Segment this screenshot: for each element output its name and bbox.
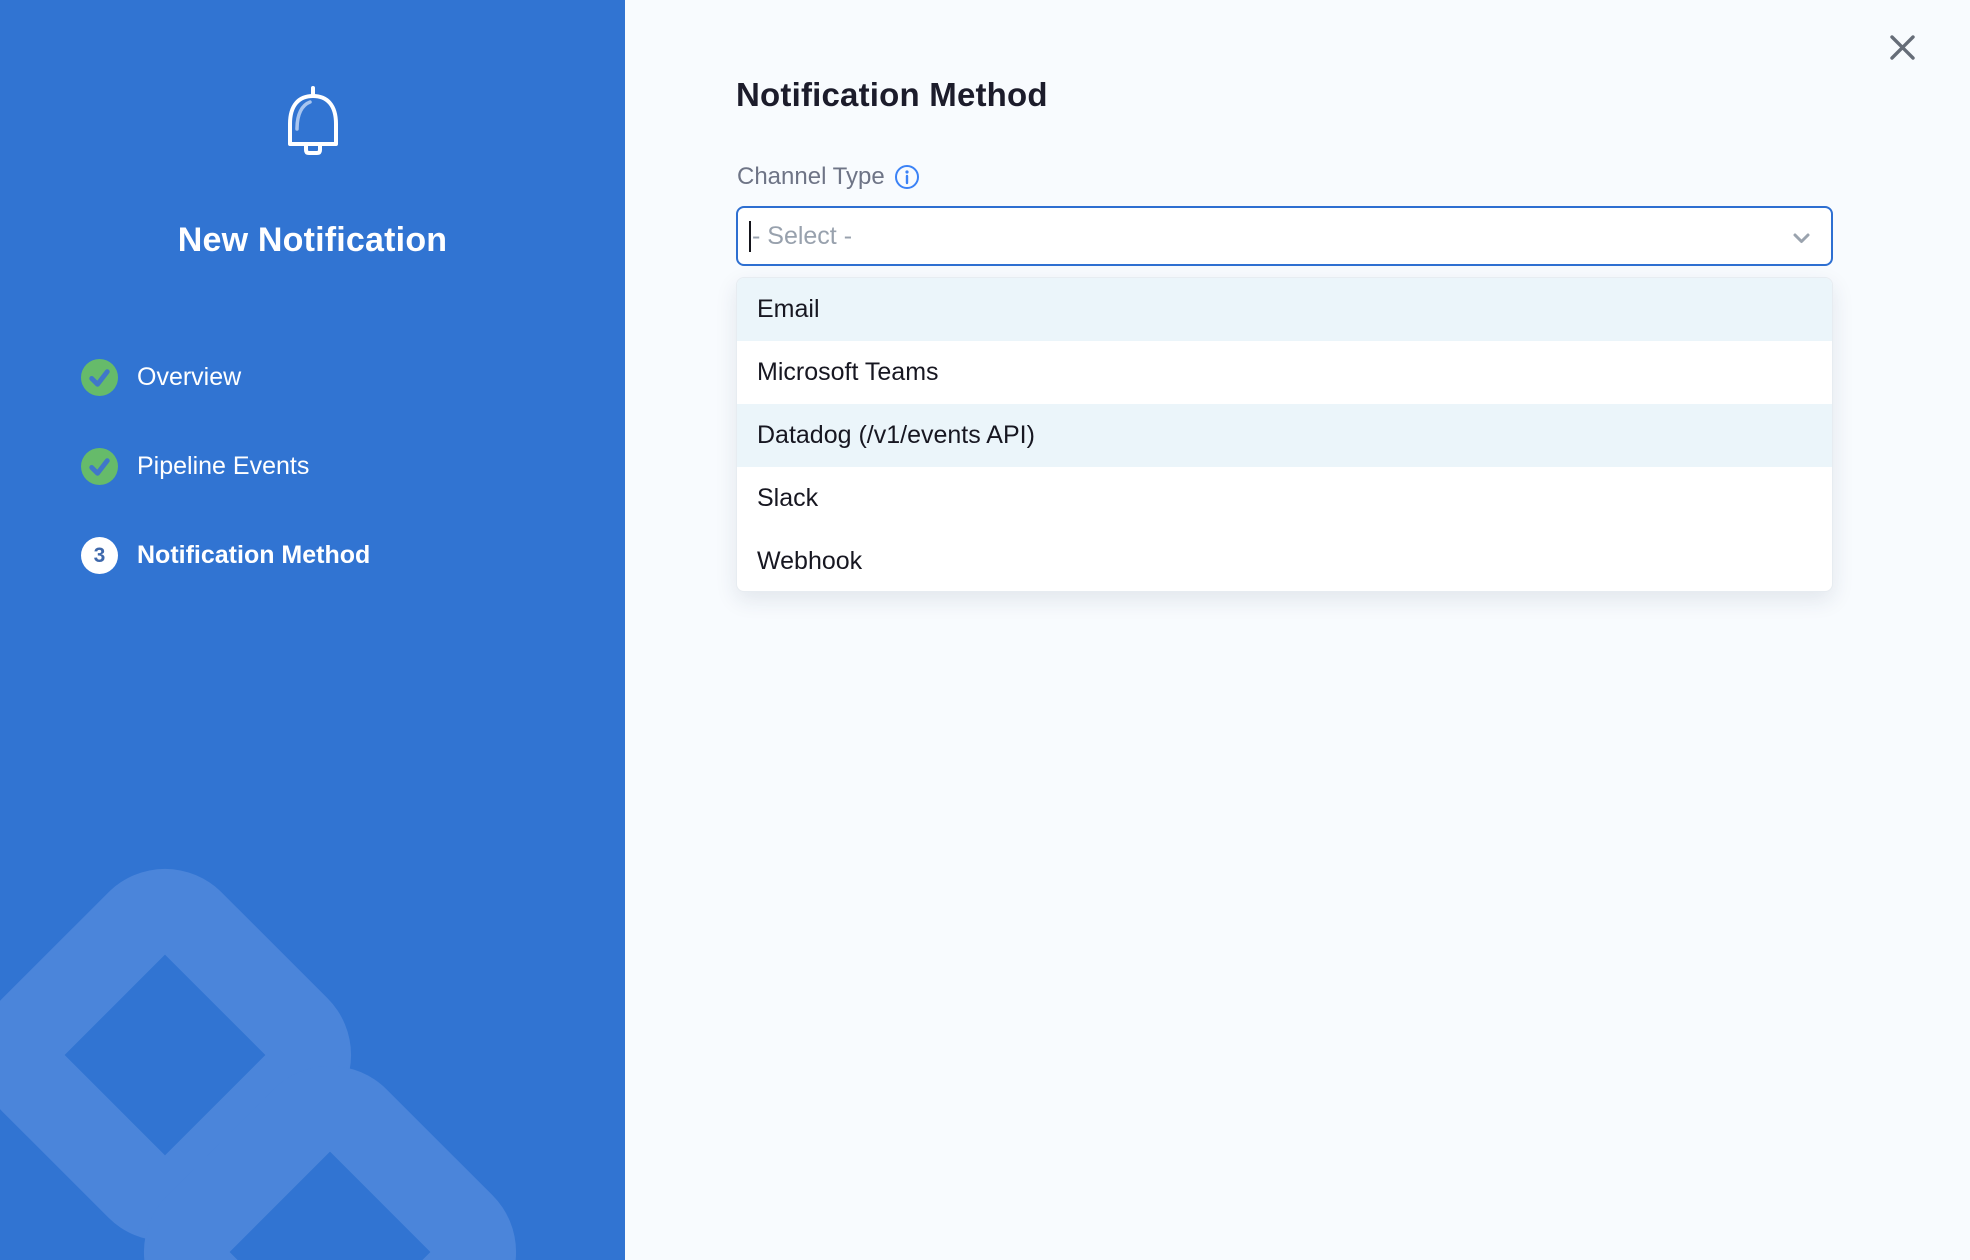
step-number-badge: 3: [81, 537, 118, 574]
wizard-title: New Notification: [0, 221, 625, 260]
step-overview[interactable]: Overview: [81, 359, 370, 396]
info-icon[interactable]: [894, 164, 920, 190]
close-button[interactable]: [1880, 28, 1924, 72]
check-circle-icon: [81, 448, 118, 485]
page-title: Notification Method: [736, 76, 1048, 114]
check-circle-icon: [81, 359, 118, 396]
option-datadog[interactable]: Datadog (/v1/events API): [737, 404, 1832, 467]
wizard-steps: Overview Pipeline Events 3 Notification …: [81, 359, 370, 626]
option-microsoft-teams[interactable]: Microsoft Teams: [737, 341, 1832, 404]
step-label: Notification Method: [137, 541, 370, 570]
channel-type-dropdown: Email Microsoft Teams Datadog (/v1/event…: [736, 277, 1833, 592]
channel-type-field-label: Channel Type: [737, 163, 920, 191]
step-notification-method[interactable]: 3 Notification Method: [81, 537, 370, 574]
option-slack[interactable]: Slack: [737, 467, 1832, 530]
step-label: Pipeline Events: [137, 452, 309, 481]
option-webhook[interactable]: Webhook: [737, 530, 1832, 592]
chevron-down-icon: [1788, 224, 1815, 256]
step-label: Overview: [137, 363, 241, 392]
wizard-sidebar: New Notification Overview Pipeline Event…: [0, 0, 625, 1260]
option-email[interactable]: Email: [737, 278, 1832, 341]
notification-method-panel: Notification Method Channel Type - Selec…: [625, 0, 1970, 1260]
step-pipeline-events[interactable]: Pipeline Events: [81, 448, 370, 485]
close-icon: [1887, 32, 1918, 68]
field-label: Channel Type: [737, 163, 885, 191]
bell-icon: [278, 84, 348, 169]
select-placeholder: - Select -: [752, 222, 852, 251]
channel-type-select[interactable]: - Select -: [736, 206, 1833, 266]
text-cursor: [749, 221, 751, 252]
